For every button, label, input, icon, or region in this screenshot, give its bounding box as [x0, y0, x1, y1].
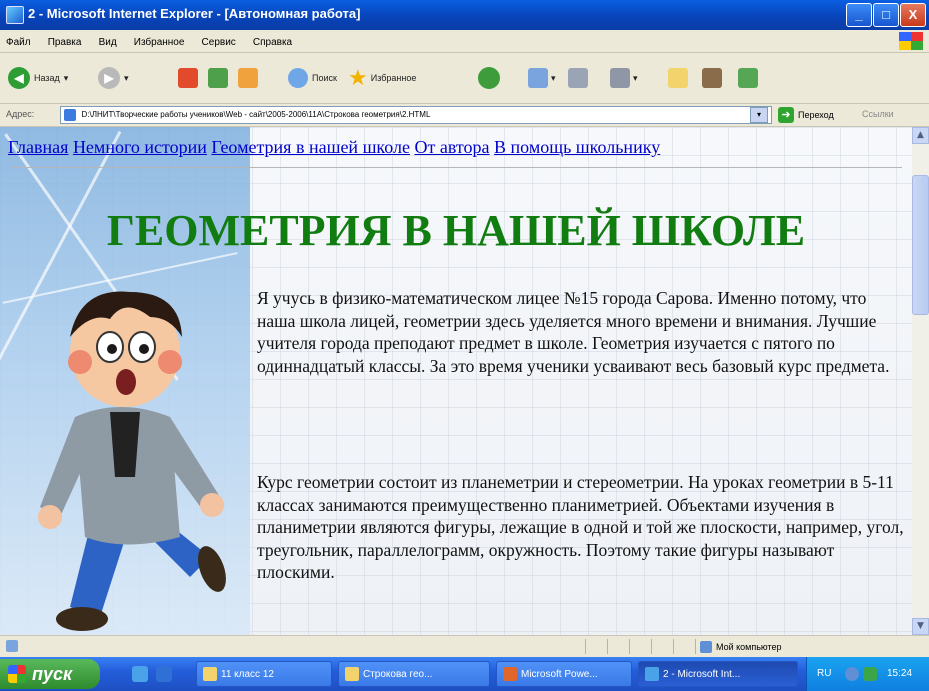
menu-edit[interactable]: Правка: [42, 32, 88, 48]
home-button[interactable]: [238, 65, 258, 91]
quicklaunch-desktop-icon[interactable]: [156, 666, 172, 682]
stop-button[interactable]: [178, 65, 198, 91]
nav-link-author[interactable]: От автора: [415, 137, 490, 157]
task-button-3[interactable]: Microsoft Powe...: [496, 661, 632, 687]
favorites-label: Избранное: [370, 73, 417, 83]
messenger-icon: [738, 68, 758, 88]
research-icon: [702, 68, 722, 88]
folder-icon: [668, 68, 688, 88]
nav-link-geometry-school[interactable]: Геометрия в нашей школе: [211, 137, 410, 157]
refresh-button[interactable]: [208, 65, 228, 91]
scroll-down-button[interactable]: ▼: [912, 618, 929, 635]
refresh-icon: [208, 68, 228, 88]
menu-file[interactable]: Файл: [0, 32, 37, 48]
language-indicator[interactable]: RU: [817, 668, 831, 679]
tray-network-icon[interactable]: [845, 667, 859, 681]
clock: 15:24: [887, 668, 913, 679]
maximize-button[interactable]: □: [873, 3, 899, 27]
search-label: Поиск: [312, 73, 337, 83]
paragraph-intro: Я учусь в физико-математическом лицее №1…: [257, 288, 890, 376]
menu-tools[interactable]: Сервис: [196, 32, 242, 48]
page-icon: [64, 109, 76, 121]
ie-window-icon: [6, 6, 24, 24]
go-label: Переход: [798, 110, 834, 120]
messenger-button[interactable]: [738, 65, 758, 91]
windows-logo-icon: [899, 32, 923, 50]
scroll-up-button[interactable]: ▲: [912, 127, 929, 144]
print-button[interactable]: [568, 65, 588, 91]
my-computer-icon: [700, 641, 712, 653]
minimize-button[interactable]: _: [846, 3, 872, 27]
task-button-2[interactable]: Строкова гео...: [338, 661, 490, 687]
standard-toolbar: ◀ Назад ▾ ▶ ▾ Поиск ★ Избранное ▾ ▾: [0, 53, 929, 104]
page-heading: ГЕОМЕТРИЯ В НАШЕЙ ШКОЛЕ: [106, 206, 806, 255]
close-button[interactable]: X: [900, 3, 926, 27]
window-title: 2 - Microsoft Internet Explorer - [Автон…: [28, 6, 361, 21]
quicklaunch-ie-icon[interactable]: [132, 666, 148, 682]
nav-link-history[interactable]: Немного истории: [73, 137, 207, 157]
powerpoint-icon: [503, 667, 517, 681]
zone-label: Мой компьютер: [716, 642, 782, 652]
search-icon: [288, 68, 308, 88]
mail-icon: [528, 68, 548, 88]
security-zone: Мой компьютер: [700, 641, 782, 653]
title-bar[interactable]: 2 - Microsoft Internet Explorer - [Автон…: [0, 0, 929, 30]
edit-button[interactable]: ▾: [610, 65, 638, 91]
cartoon-boy-illustration: [38, 291, 226, 631]
stop-icon: [178, 68, 198, 88]
address-bar: Адрес: D:\ЛНИТ\Творческие работы ученико…: [0, 104, 929, 127]
tray-app-icon[interactable]: [863, 667, 877, 681]
address-url: D:\ЛНИТ\Творческие работы учеников\Web -…: [81, 110, 431, 119]
mail-button[interactable]: ▾: [528, 65, 556, 91]
ie-icon: [645, 667, 659, 681]
nav-link-help[interactable]: В помощь школьнику: [494, 137, 660, 157]
scrollbar-thumb[interactable]: [912, 175, 929, 315]
address-dropdown-button[interactable]: ▾: [750, 107, 768, 123]
status-bar: Мой компьютер: [0, 635, 929, 658]
links-label[interactable]: Ссылки: [862, 109, 894, 119]
nav-links: Главная Немного истории Геометрия в наше…: [8, 137, 660, 158]
windows-flag-icon: [8, 665, 26, 683]
history-button[interactable]: [478, 65, 500, 91]
address-input[interactable]: D:\ЛНИТ\Творческие работы учеников\Web -…: [60, 106, 772, 124]
edit-icon: [610, 68, 630, 88]
home-icon: [238, 68, 258, 88]
start-button[interactable]: пуск: [0, 659, 100, 689]
go-button[interactable]: ➜ Переход: [778, 107, 834, 123]
print-icon: [568, 68, 588, 88]
search-button[interactable]: Поиск: [288, 65, 337, 91]
page-content: Главная Немного истории Геометрия в наше…: [0, 127, 912, 635]
taskbar: пуск 11 класс 12 Строкова гео... Microso…: [0, 657, 929, 691]
divider: [12, 167, 902, 168]
paragraph-course: Курс геометрии состоит из планеметрии и …: [257, 472, 904, 582]
history-icon: [478, 67, 500, 89]
folder-icon: [203, 667, 217, 681]
folder-button[interactable]: [668, 65, 688, 91]
address-label: Адрес:: [6, 109, 35, 119]
forward-arrow-icon: ▶: [98, 67, 120, 89]
task-button-1[interactable]: 11 класс 12: [196, 661, 332, 687]
menu-view[interactable]: Вид: [93, 32, 123, 48]
research-button[interactable]: [702, 65, 722, 91]
vertical-scrollbar[interactable]: ▲ ▼: [912, 127, 929, 635]
back-label: Назад: [34, 73, 60, 83]
menu-favorites[interactable]: Избранное: [128, 32, 191, 48]
forward-button[interactable]: ▶ ▾: [98, 65, 129, 91]
go-arrow-icon: ➜: [778, 107, 794, 123]
task-button-4[interactable]: 2 - Microsoft Int...: [638, 661, 798, 687]
favorites-button[interactable]: ★ Избранное: [348, 65, 416, 91]
start-label: пуск: [32, 663, 73, 684]
menu-help[interactable]: Справка: [247, 32, 298, 48]
status-page-icon: [6, 640, 18, 652]
nav-link-home[interactable]: Главная: [8, 137, 68, 157]
folder-icon: [345, 667, 359, 681]
back-button[interactable]: ◀ Назад ▾: [8, 65, 68, 91]
back-arrow-icon: ◀: [8, 67, 30, 89]
menu-bar: Файл Правка Вид Избранное Сервис Справка: [0, 30, 929, 53]
favorites-star-icon: ★: [348, 65, 368, 90]
system-tray: RU 15:24: [806, 657, 929, 691]
